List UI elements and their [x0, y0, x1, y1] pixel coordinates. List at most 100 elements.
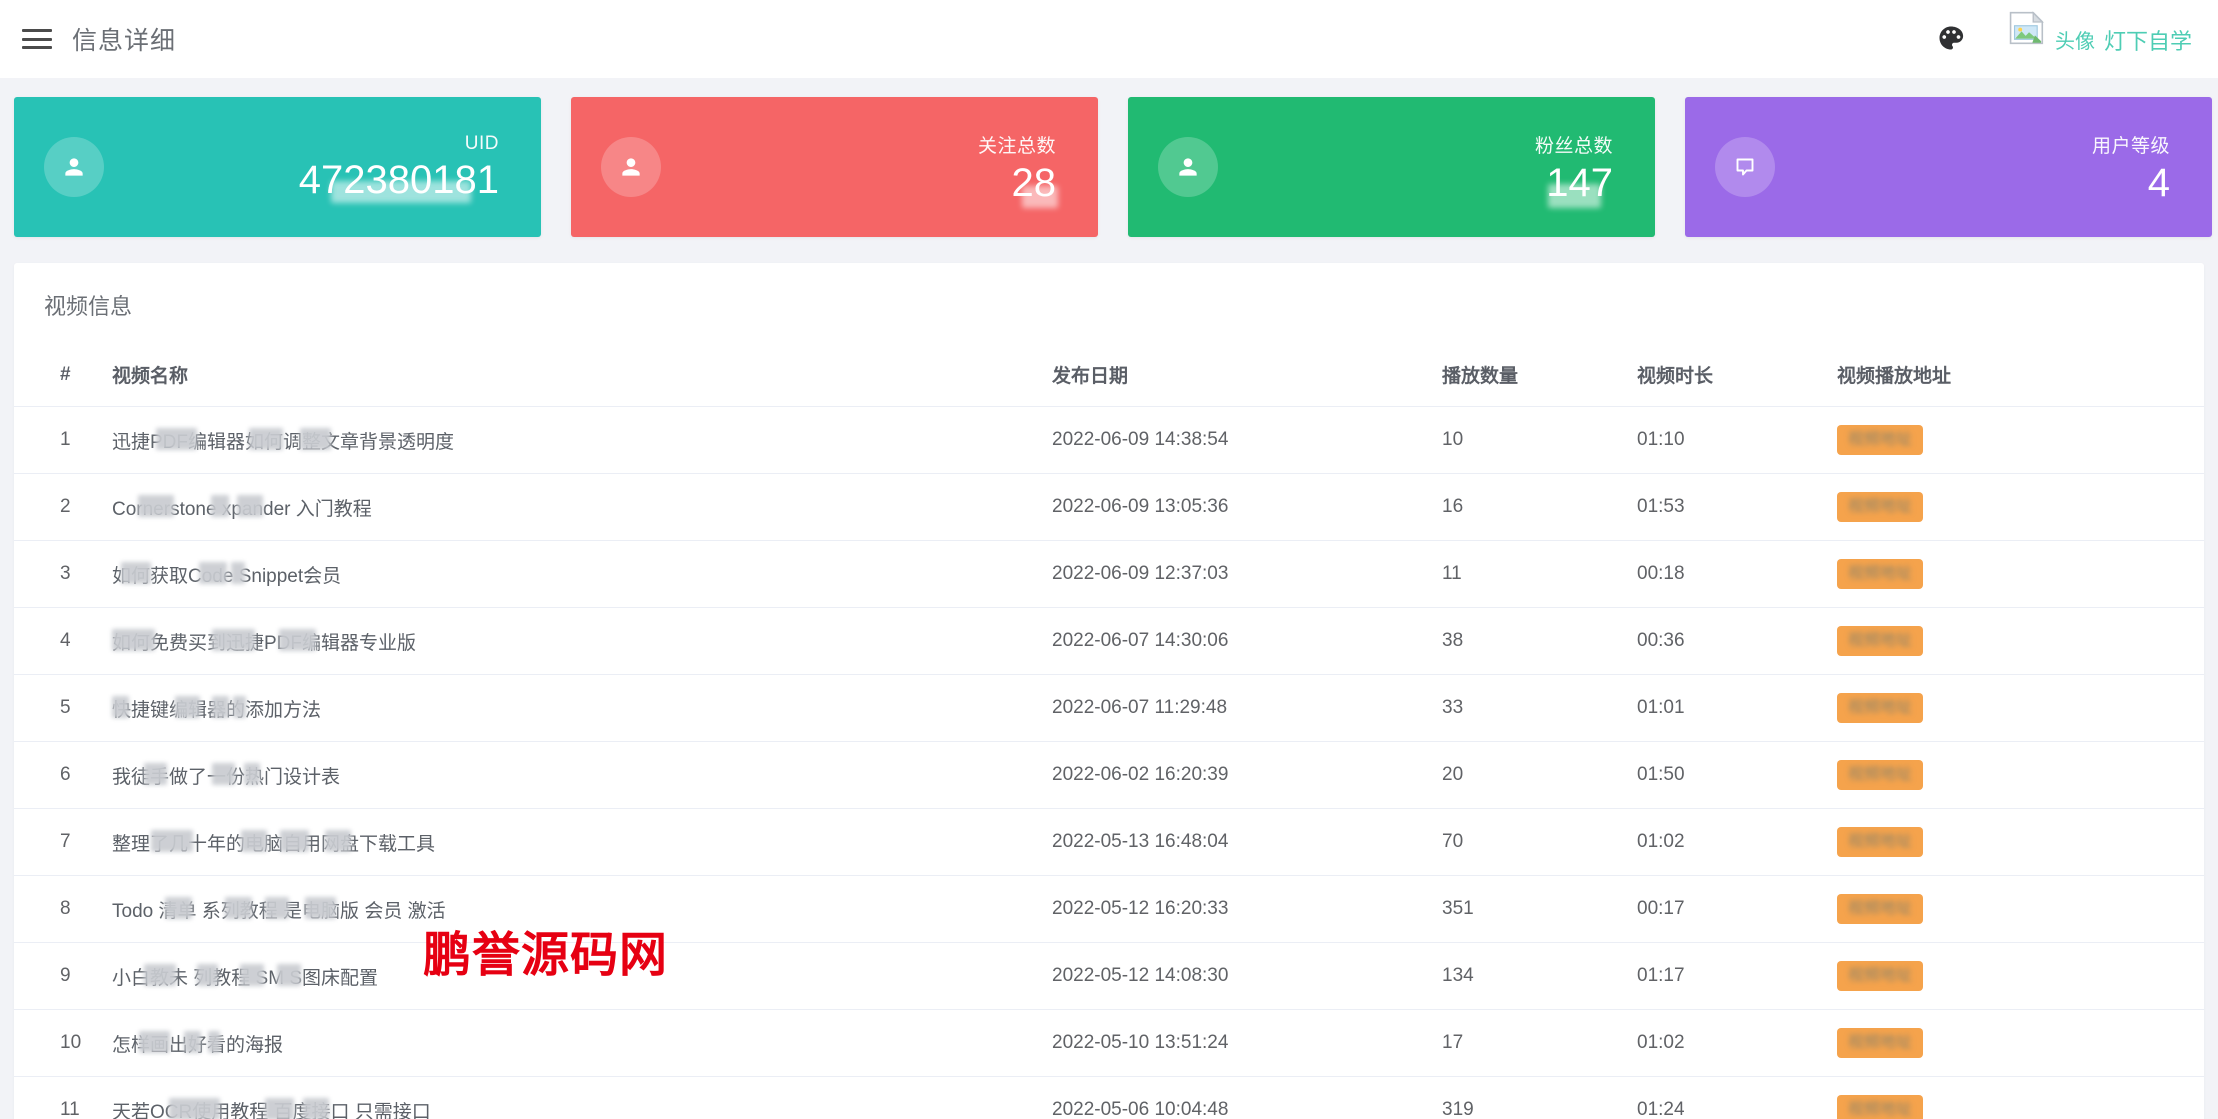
- redaction-block: [300, 427, 331, 450]
- video-url-button[interactable]: 视频地址: [1837, 827, 1924, 857]
- cell-video-url: 视频地址: [1837, 808, 2204, 876]
- cell-video-name: 快捷键编辑器的添加方法: [102, 674, 1052, 742]
- video-url-button[interactable]: 视频地址: [1837, 559, 1924, 589]
- cell-duration: 00:18: [1637, 540, 1837, 608]
- table-row[interactable]: 4 如何免费买到迅捷PDF编辑器专业版 2022-06-07 14:30:06 38 0…: [14, 607, 2204, 675]
- redaction-block: [248, 427, 283, 450]
- cell-publish-date: 2022-05-10 13:51:24: [1052, 1009, 1442, 1077]
- column-header-name[interactable]: 视频名称: [102, 345, 1052, 407]
- cell-index: 5: [14, 674, 102, 742]
- cell-publish-date: 2022-06-02 16:20:39: [1052, 741, 1442, 809]
- video-name-text: 我徒手做了一份热门设计表: [112, 762, 340, 789]
- video-url-button-label: 视频地址: [1848, 632, 1913, 649]
- cell-index: 10: [14, 1009, 102, 1077]
- video-name-text: 如何获取Code Snippet会员: [112, 561, 341, 588]
- video-url-button-label: 视频地址: [1848, 967, 1913, 984]
- video-url-button-label: 视频地址: [1848, 1101, 1913, 1118]
- video-name-text: Cornerstone xpander 入门教程: [112, 494, 372, 521]
- redaction-block: [236, 494, 263, 517]
- user-icon: [44, 137, 104, 197]
- video-name-text: 天若OCR使用教程 百度接口 只需接口: [112, 1097, 431, 1119]
- cell-play-count: 134: [1442, 942, 1637, 1010]
- hamburger-icon[interactable]: [22, 27, 52, 51]
- video-url-button[interactable]: 视频地址: [1837, 1028, 1924, 1058]
- video-url-button[interactable]: 视频地址: [1837, 894, 1924, 924]
- cell-publish-date: 2022-06-09 12:37:03: [1052, 540, 1442, 608]
- user-menu[interactable]: 头像 灯下自学: [2008, 11, 2192, 59]
- stat-card-label: 用户等级: [2091, 135, 2170, 157]
- video-url-button[interactable]: 视频地址: [1837, 425, 1924, 455]
- column-header-index[interactable]: #: [14, 345, 102, 407]
- stat-card-fans[interactable]: 粉丝总数 147: [1128, 97, 1655, 237]
- cell-play-count: 319: [1442, 1076, 1637, 1119]
- table-row[interactable]: 2 Cornerstone xpander 入门教程 2022-06-09 13:0…: [14, 473, 2204, 541]
- redaction-block: [112, 695, 129, 718]
- stat-card-value: 28: [1011, 160, 1057, 205]
- cell-video-url: 视频地址: [1837, 607, 2204, 675]
- column-header-url[interactable]: 视频播放地址: [1837, 345, 2204, 407]
- video-url-button-label: 视频地址: [1848, 565, 1913, 582]
- cell-publish-date: 2022-05-13 16:48:04: [1052, 808, 1442, 876]
- cell-index: 4: [14, 607, 102, 675]
- stat-card-text: UID 472380181: [299, 133, 499, 203]
- username-label: 灯下自学: [2103, 29, 2192, 54]
- comment-icon: [1715, 137, 1775, 197]
- redaction-block: [212, 762, 236, 785]
- video-url-button[interactable]: 视频地址: [1837, 693, 1924, 723]
- video-url-button[interactable]: 视频地址: [1837, 760, 1924, 790]
- cell-video-url: 视频地址: [1837, 540, 2204, 608]
- redaction-block: [279, 628, 316, 651]
- cell-duration: 01:50: [1637, 741, 1837, 809]
- redaction-block: [276, 963, 301, 986]
- table-row[interactable]: 10 怎样画出好看的海报 2022-05-10 13:51:24 17 01:02 视频地…: [14, 1009, 2204, 1077]
- cell-video-url: 视频地址: [1837, 406, 2204, 474]
- cell-duration: 01:17: [1637, 942, 1837, 1010]
- video-url-button[interactable]: 视频地址: [1837, 626, 1924, 656]
- table-row[interactable]: 6 我徒手做了一份热门设计表 2022-06-02 16:20:39 20 01:50 视…: [14, 741, 2204, 809]
- cell-video-url: 视频地址: [1837, 875, 2204, 943]
- top-bar-left: 信息详细: [22, 21, 176, 57]
- cell-index: 7: [14, 808, 102, 876]
- cell-publish-date: 2022-05-12 14:08:30: [1052, 942, 1442, 1010]
- table-row[interactable]: 11 天若OCR使用教程 百度接口 只需接口 2022-05-06 10:04:48…: [14, 1076, 2204, 1119]
- redaction-block: [137, 494, 175, 517]
- video-table-head: # 视频名称 发布日期 播放数量 视频时长 视频播放地址: [14, 345, 2204, 407]
- redaction-block: [156, 427, 198, 450]
- video-name-text: Todo 清单 系列教程 是电脑版 会员 激活: [112, 896, 446, 923]
- cell-duration: 01:24: [1637, 1076, 1837, 1119]
- table-row[interactable]: 1 迅捷PDF编辑器如何调整文章背景透明度 2022-06-09 14:38:54 1…: [14, 406, 2204, 474]
- avatar-alt-text: 头像: [2054, 31, 2095, 53]
- redaction-block: [225, 896, 253, 919]
- video-url-button[interactable]: 视频地址: [1837, 961, 1924, 991]
- video-url-button[interactable]: 视频地址: [1837, 492, 1924, 522]
- stat-card-user-level[interactable]: 用户等级 4: [1685, 97, 2212, 237]
- redaction-block: [212, 695, 230, 718]
- palette-icon[interactable]: [1936, 24, 1966, 54]
- redaction-block: [183, 1030, 201, 1053]
- column-header-plays[interactable]: 播放数量: [1442, 345, 1637, 407]
- cell-index: 9: [14, 942, 102, 1010]
- table-row[interactable]: 7 整理了几十年的电脑自用网盘下载工具 2022-05-13 16:48:04 70 0…: [14, 808, 2204, 876]
- column-header-duration[interactable]: 视频时长: [1637, 345, 1837, 407]
- stat-card-following[interactable]: 关注总数 28: [571, 97, 1098, 237]
- video-url-button[interactable]: 视频地址: [1837, 1095, 1924, 1119]
- stat-card-uid[interactable]: UID 472380181: [14, 97, 541, 237]
- column-header-date[interactable]: 发布日期: [1052, 345, 1442, 407]
- table-row[interactable]: 8 Todo 清单 系列教程 是电脑版 会员 激活 2022-05-12 16:20…: [14, 875, 2204, 943]
- cell-publish-date: 2022-06-07 14:30:06: [1052, 607, 1442, 675]
- user-icon: [601, 137, 661, 197]
- stat-card-text: 粉丝总数 147: [1535, 131, 1613, 208]
- page-title: 信息详细: [72, 27, 177, 55]
- cell-play-count: 38: [1442, 607, 1637, 675]
- cell-video-name: 迅捷PDF编辑器如何调整文章背景透明度: [102, 406, 1052, 474]
- cell-video-name: 整理了几十年的电脑自用网盘下载工具: [102, 808, 1052, 876]
- video-name-text: 怎样画出好看的海报: [112, 1030, 283, 1057]
- table-row[interactable]: 5 快捷键编辑器的添加方法 2022-06-07 11:29:48 33 01:01 视频…: [14, 674, 2204, 742]
- table-row[interactable]: 3 如何获取Code Snippet会员 2022-06-09 12:37:03 11…: [14, 540, 2204, 608]
- cell-index: 2: [14, 473, 102, 541]
- redaction-block: [265, 896, 289, 919]
- redaction-block: [197, 963, 219, 986]
- table-row[interactable]: 9 小白教未 列教程 SM S图床配置 2022-05-12 14:08:30 134…: [14, 942, 2204, 1010]
- cell-publish-date: 2022-06-09 14:38:54: [1052, 406, 1442, 474]
- cell-play-count: 17: [1442, 1009, 1637, 1077]
